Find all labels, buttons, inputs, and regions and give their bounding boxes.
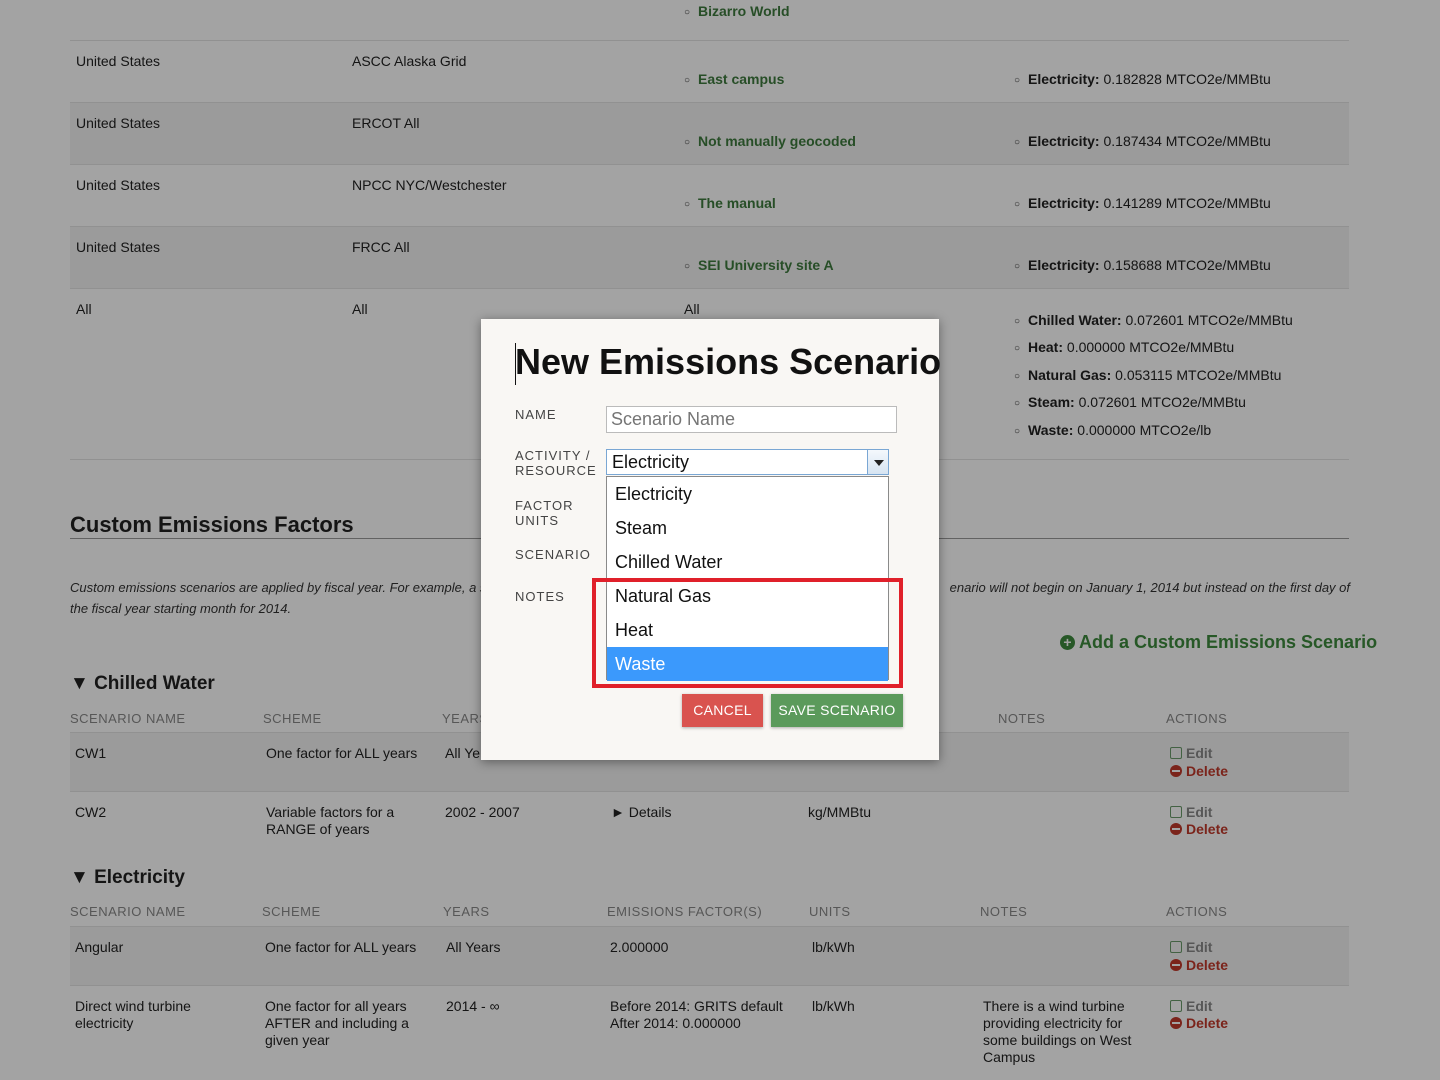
option-steam[interactable]: Steam [607, 511, 888, 545]
option-electricity[interactable]: Electricity [607, 477, 888, 511]
modal-title: New Emissions Scenario [515, 341, 942, 382]
name-label: NAME [515, 407, 557, 422]
scenario-name-input[interactable] [606, 406, 897, 433]
annotation-highlight-box [592, 578, 903, 688]
activity-label: ACTIVITY / RESOURCE [515, 448, 597, 478]
factor-units-label: FACTOR UNITS [515, 498, 574, 528]
save-scenario-button[interactable]: SAVE SCENARIO [771, 694, 903, 727]
scenario-label: SCENARIO [515, 547, 591, 562]
cancel-button[interactable]: CANCEL [682, 694, 763, 727]
dropdown-arrow-icon[interactable] [867, 449, 889, 475]
new-scenario-modal: New Emissions Scenario NAME ACTIVITY /RE… [481, 319, 942, 760]
activity-select[interactable]: Electricity [606, 449, 889, 475]
option-chilled-water[interactable]: Chilled Water [607, 545, 888, 579]
notes-label: NOTES [515, 589, 565, 604]
